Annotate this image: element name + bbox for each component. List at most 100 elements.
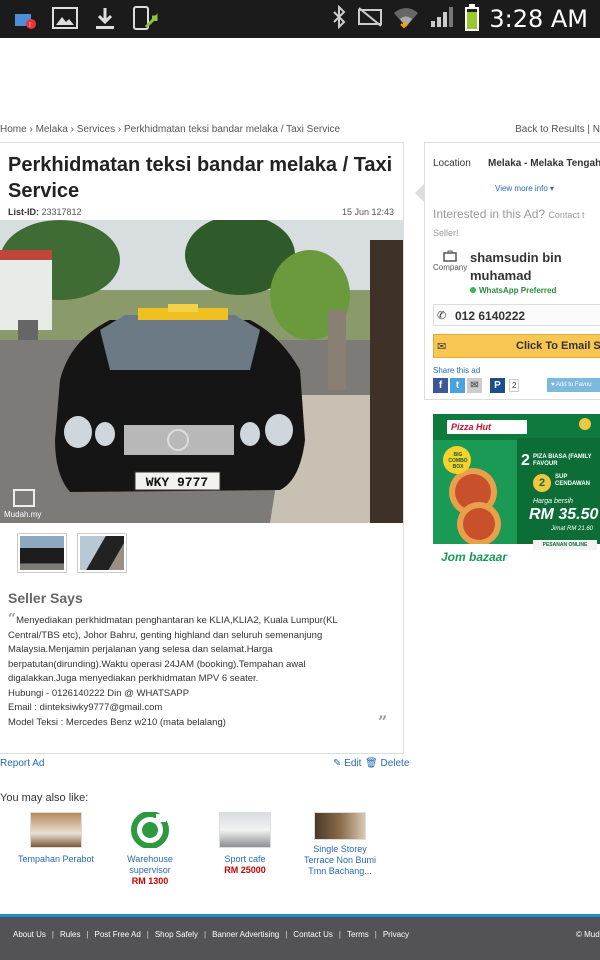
location-label: Location [433, 158, 471, 169]
footer-link-shop-safely[interactable]: Shop Safely [155, 930, 198, 939]
pencil-icon: ✎ [333, 758, 342, 769]
recycle-logo-thumbnail [124, 812, 176, 848]
envelope-icon: ✉ [437, 341, 447, 353]
download-icon [92, 4, 118, 32]
ad-line2-number: 2 [533, 474, 551, 492]
list-id-value: 23317812 [41, 207, 82, 217]
photo-thumbnails [17, 533, 127, 573]
listing-date: 15 Jun 12:43 [342, 207, 395, 217]
edit-label: Edit [344, 758, 362, 769]
heart-icon: ♥ [551, 382, 555, 388]
recommended-thumbnail [30, 812, 82, 848]
trash-icon: 🗑 [365, 758, 378, 769]
close-quote-icon: ” [378, 712, 388, 731]
pizza-hut-ad-banner[interactable]: Pizza Hut BIG COMBO BOX 2 PIZA BIASA (FA… [433, 414, 600, 572]
clock-time: 3:28 AM [489, 5, 588, 33]
jombazaar-logo: Jom bazaar [441, 550, 508, 564]
footer-link-post-ad[interactable]: Post Free Ad [95, 930, 141, 939]
whatsapp-icon [470, 287, 476, 293]
recommended-thumbnail [314, 812, 366, 840]
interested-heading: Interested in this Ad? Contact t [433, 207, 584, 221]
thumbnail-1[interactable] [17, 533, 67, 573]
view-more-label: View more info [495, 184, 548, 193]
footer-link-about[interactable]: About Us [13, 930, 46, 939]
gallery-icon [52, 4, 78, 32]
list-id: List-ID: 23317812 [8, 207, 82, 217]
description-paragraph: Menyediakan perkhidmatan penghantaran ke… [8, 615, 338, 684]
open-quote-icon: “ [8, 611, 17, 627]
footer-link-banner[interactable]: Banner Advertising [212, 930, 279, 939]
delete-label: Delete [380, 758, 410, 769]
back-to-results-nav: Back to Results | N [515, 124, 600, 135]
report-ad-link[interactable]: Report Ad [0, 758, 44, 769]
contact-text: Contact t [548, 210, 585, 220]
listing-title: Perkhidmatan teksi bandar melaka / Taxi … [8, 154, 393, 202]
interested-text: Interested in this Ad? [433, 207, 546, 221]
footer-link-privacy[interactable]: Privacy [383, 930, 409, 939]
recommended-title: Tempahan Perabot [17, 854, 95, 864]
breadcrumb-services[interactable]: Services [77, 124, 115, 135]
seller-suffix: Seller! [433, 228, 459, 238]
share-label: Share this ad [433, 366, 481, 375]
email-share-icon[interactable]: ✉ [467, 378, 482, 393]
breadcrumb: Home › Melaka › Services › Perkhidmatan … [0, 124, 340, 135]
wifi-icon [393, 5, 419, 34]
twitter-icon[interactable]: t [450, 378, 465, 393]
ad-line2: SUP CENDAWAN [555, 474, 591, 487]
email-seller-label: Click To Email Se [516, 340, 600, 352]
ad-cta[interactable]: PESANAN ONLINE [533, 540, 597, 550]
licence-plate-text: WKY 9777 [146, 475, 208, 490]
ad-sticker: BIG COMBO BOX [448, 452, 468, 470]
footer-link-contact[interactable]: Contact Us [293, 930, 333, 939]
recommended-item[interactable]: Tempahan Perabot [16, 810, 96, 865]
screenshot-icon [132, 4, 158, 32]
back-to-results-link[interactable]: Back to Results [515, 124, 584, 135]
share-buttons: f t ✉ P 2 [433, 378, 520, 393]
ad-price: RM 35.50 [529, 506, 599, 523]
ad-line1-number: 2 [521, 452, 530, 469]
whatsapp-label: WhatsApp Preferred [479, 286, 557, 295]
mute-icon [357, 6, 383, 33]
footer-link-terms[interactable]: Terms [347, 930, 369, 939]
battery-icon [465, 4, 480, 31]
edit-link[interactable]: ✎ Edit [333, 758, 361, 769]
recommended-price: RM 25000 [224, 865, 266, 875]
recommended-item[interactable]: Warehouse supervisor RM 1300 [110, 810, 190, 887]
android-status-bar: ! 3:28 AM [0, 0, 600, 38]
breadcrumb-current: Perkhidmatan teksi bandar melaka / Taxi … [123, 124, 340, 135]
google-plus-notification-icon: ! [12, 4, 38, 32]
also-like-heading: You may also like: [0, 792, 89, 804]
bluetooth-icon [331, 4, 347, 34]
svg-text:!: ! [29, 22, 31, 29]
add-to-favourites-button[interactable]: ♥ Add to Favou [547, 378, 600, 392]
recommended-title: Single Storey Terrace Non Bumi Tmn Bacha… [303, 844, 377, 876]
facebook-icon[interactable]: f [433, 378, 448, 393]
caret-down-icon: ▾ [550, 184, 555, 193]
signal-icon [429, 5, 455, 34]
recommended-title: Warehouse supervisor [127, 854, 173, 875]
delete-link[interactable]: 🗑 Delete [365, 758, 409, 769]
location-value: Melaka - Melaka Tengah [488, 158, 600, 169]
pinterest-icon[interactable]: P [490, 378, 505, 393]
ad-save: Jimat RM 21.60 [551, 526, 594, 532]
description-model: Model Teksi : Mercedes Benz w210 (mata b… [8, 716, 226, 728]
next-link[interactable]: N [593, 124, 600, 135]
view-more-info-link[interactable]: View more info ▾ [495, 184, 554, 193]
breadcrumb-melaka[interactable]: Melaka [36, 124, 68, 135]
description-email: Email : dinteksiwky9777@gmail.com [8, 702, 163, 713]
footer-link-rules[interactable]: Rules [60, 930, 80, 939]
ad-price-label: Harga bersih [533, 498, 574, 505]
seller-says-heading: Seller Says [8, 590, 83, 606]
thumbnail-2[interactable] [77, 533, 127, 573]
share-count: 2 [509, 379, 520, 392]
footer-links: About Us | Rules | Post Free Ad | Shop Safe… [13, 930, 410, 939]
favourites-label: Add to Favou [555, 382, 592, 388]
recommended-item[interactable]: Single Storey Terrace Non Bumi Tmn Bacha… [300, 810, 380, 877]
phone-number: 012 6140222 [455, 309, 526, 323]
company-label: Company [433, 263, 468, 272]
list-id-label: List-ID: [8, 207, 39, 217]
listing-main-photo[interactable]: WKY 9777 Mudah.my [0, 220, 403, 523]
description-contact: Hubungi - 0126140222 Din @ WHATSAPP [8, 687, 190, 699]
breadcrumb-home[interactable]: Home [0, 124, 27, 135]
recommended-item[interactable]: Sport cafe RM 25000 [205, 810, 285, 876]
